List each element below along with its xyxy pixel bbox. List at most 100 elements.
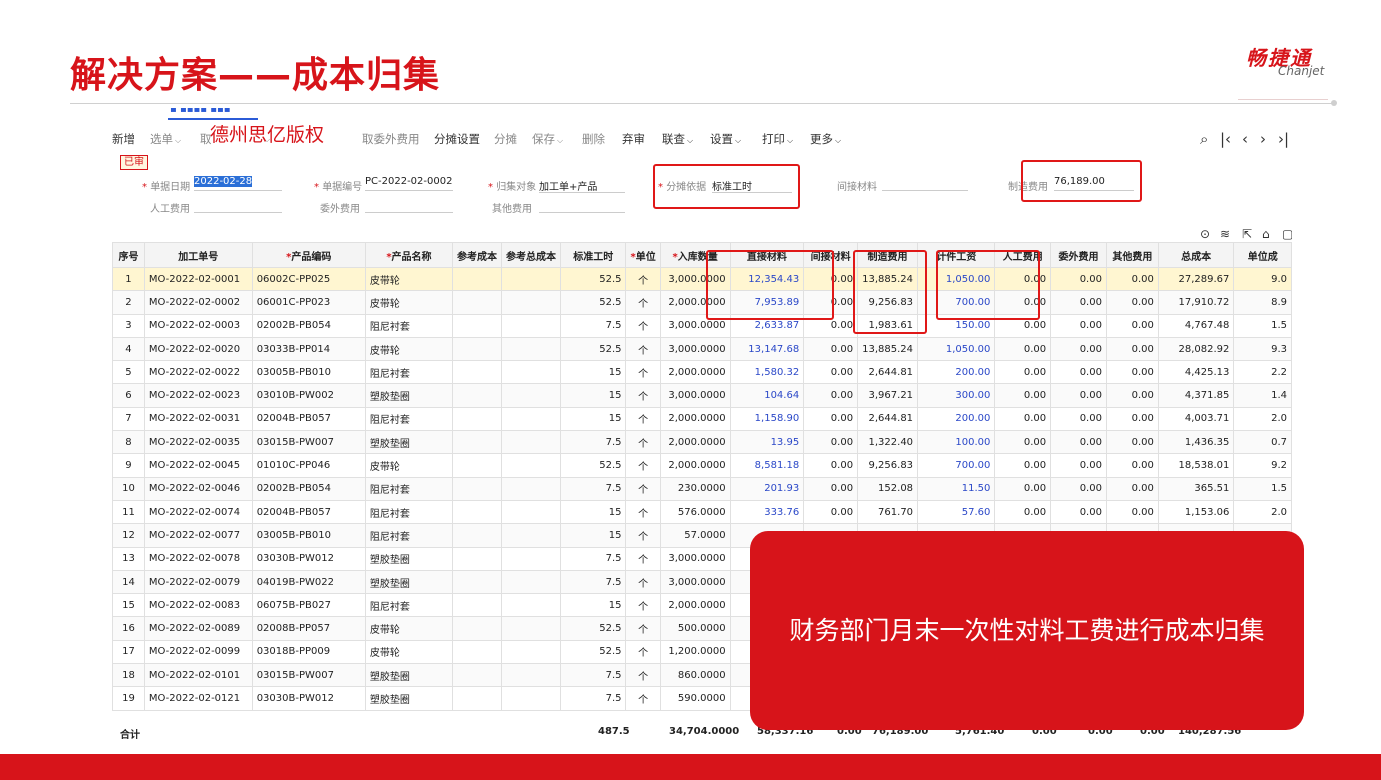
table-cell[interactable] [500,593,561,618]
next-icon[interactable]: › [1260,130,1266,148]
table-cell[interactable]: 8,581.18 [729,453,805,478]
table-cell[interactable]: 1,200.0000 [659,639,731,665]
table-cell[interactable]: 皮带轮 [364,453,453,478]
toolbar-item-10[interactable]: 联查 ⌵ [662,131,693,147]
table-cell[interactable]: 0.00 [803,406,859,432]
table-cell[interactable]: 06075B-PB027 [251,593,366,618]
column-header[interactable]: *产品名称 [364,242,453,268]
table-cell[interactable] [500,616,561,641]
table-cell[interactable] [451,616,502,641]
table-cell[interactable]: 0.00 [803,360,859,385]
table-row[interactable]: 9 MO-2022-02-0045 01010C-PP046 皮带轮 52.5 个 2,00… [112,453,1292,478]
table-cell[interactable]: 57.0000 [659,523,731,548]
table-row[interactable]: 10 MO-2022-02-0046 02002B-PB054 阻尼衬套 7.5 个 230… [112,476,1292,501]
table-cell[interactable] [451,266,502,292]
table-cell[interactable]: 阻尼衬套 [364,406,453,432]
table-row[interactable]: 4 MO-2022-02-0020 03033B-PP014 皮带轮 52.5 个 3,00… [112,336,1292,362]
table-cell[interactable]: 7.5 [559,546,627,571]
table-cell[interactable]: 皮带轮 [364,336,453,362]
table-cell[interactable] [451,686,502,711]
table-cell[interactable]: MO-2022-02-0045 [143,453,253,478]
table-cell[interactable]: 0.00 [1050,336,1107,362]
table-cell[interactable]: 0.00 [1050,313,1107,338]
table-cell[interactable]: 2.2 [1233,360,1292,385]
toolbar-item-6[interactable]: 分摊 [494,131,517,147]
table-row[interactable]: 2 MO-2022-02-0002 06001C-PP023 皮带轮 52.5 个 2,00… [112,290,1292,315]
table-cell[interactable]: 15 [559,523,627,548]
table-cell[interactable]: 03005B-PB010 [251,523,366,548]
table-cell[interactable]: 个 [625,406,661,432]
table-row[interactable]: 3 MO-2022-02-0003 02002B-PB054 阻尼衬套 7.5 个 3,00… [112,313,1292,338]
table-cell[interactable]: 365.51 [1157,476,1235,501]
table-cell[interactable]: 2,000.0000 [659,593,731,618]
table-cell[interactable]: 15 [559,593,627,618]
table-cell[interactable]: 1,580.32 [729,360,805,385]
table-cell[interactable]: 0.00 [994,476,1052,501]
table-cell[interactable]: 52.5 [559,453,627,478]
table-cell[interactable]: 0.00 [1105,406,1159,432]
table-cell[interactable] [500,453,561,478]
table-cell[interactable]: 02002B-PB054 [251,313,366,338]
table-cell[interactable]: 阻尼衬套 [364,593,453,618]
table-cell[interactable]: 个 [625,686,661,711]
table-cell[interactable]: 18 [112,663,145,688]
table-cell[interactable]: 57.60 [917,499,996,525]
table-cell[interactable]: 0.00 [1050,266,1107,292]
column-header[interactable]: 总成本 [1157,242,1235,268]
table-cell[interactable]: 15 [559,360,627,385]
column-header[interactable]: *产品编码 [251,242,366,268]
table-cell[interactable]: 2,000.0000 [659,453,731,478]
table-cell[interactable]: 3,000.0000 [659,336,731,362]
table-cell[interactable]: 333.76 [729,499,805,525]
toolbar-item-13[interactable]: 更多 ⌵ [810,131,841,147]
search-doc-icon[interactable]: ⌕ [1200,130,1208,148]
table-row[interactable]: 8 MO-2022-02-0035 03015B-PW007 塑胶垫圈 7.5 个 2,00… [112,430,1292,455]
date-field[interactable]: 2022-02-28 [194,176,282,191]
table-cell[interactable]: 15 [559,499,627,525]
table-cell[interactable]: 0.00 [803,383,859,408]
column-header[interactable]: 加工单号 [143,242,253,268]
table-cell[interactable]: MO-2022-02-0074 [143,499,253,525]
table-cell[interactable]: MO-2022-02-0020 [143,336,253,362]
table-cell[interactable]: 0.00 [803,476,859,501]
object-field[interactable]: 加工单+产品 [539,178,625,193]
table-cell[interactable]: 201.93 [729,476,805,501]
table-cell[interactable]: 个 [625,476,661,501]
table-cell[interactable]: 4 [112,336,145,362]
table-cell[interactable]: 02008B-PP057 [251,616,366,641]
table-cell[interactable]: 761.70 [857,499,919,525]
table-cell[interactable]: 0.00 [994,430,1052,455]
export-icon[interactable]: ⇱ [1242,227,1252,241]
table-cell[interactable]: 2,000.0000 [659,430,731,455]
table-cell[interactable]: 皮带轮 [364,639,453,665]
table-cell[interactable] [500,336,561,362]
table-cell[interactable] [451,406,502,432]
table-cell[interactable]: 7 [112,406,145,432]
table-cell[interactable]: 13,147.68 [729,336,805,362]
column-header[interactable]: 单位成 [1233,242,1292,268]
table-cell[interactable]: 17 [112,639,145,665]
table-cell[interactable]: 1,153.06 [1157,499,1235,525]
table-cell[interactable]: 0.00 [803,336,859,362]
table-cell[interactable]: 52.5 [559,336,627,362]
table-cell[interactable]: 阻尼衬套 [364,360,453,385]
table-cell[interactable]: 2,644.81 [857,406,919,432]
table-cell[interactable]: 03010B-PW002 [251,383,366,408]
table-cell[interactable]: 0.00 [994,360,1052,385]
table-cell[interactable]: 1.5 [1233,476,1292,501]
labor-field[interactable] [194,198,282,213]
column-header[interactable]: 委外费用 [1050,242,1107,268]
table-cell[interactable]: 200.00 [917,406,996,432]
table-cell[interactable]: 2,000.0000 [659,360,731,385]
table-cell[interactable]: MO-2022-02-0023 [143,383,253,408]
table-cell[interactable] [500,639,561,665]
toolbar-item-8[interactable]: 删除 [582,131,605,147]
tab-active[interactable]: ▪ ▪▪▪▪ ▪▪▪ [170,108,231,115]
table-cell[interactable]: 28,082.92 [1157,336,1235,362]
table-cell[interactable]: 2,644.81 [857,360,919,385]
table-cell[interactable]: 个 [625,523,661,548]
table-cell[interactable]: 7.5 [559,686,627,711]
prev-icon[interactable]: ‹ [1242,130,1248,148]
table-cell[interactable]: 3,967.21 [857,383,919,408]
table-cell[interactable]: 塑胶垫圈 [364,546,453,571]
